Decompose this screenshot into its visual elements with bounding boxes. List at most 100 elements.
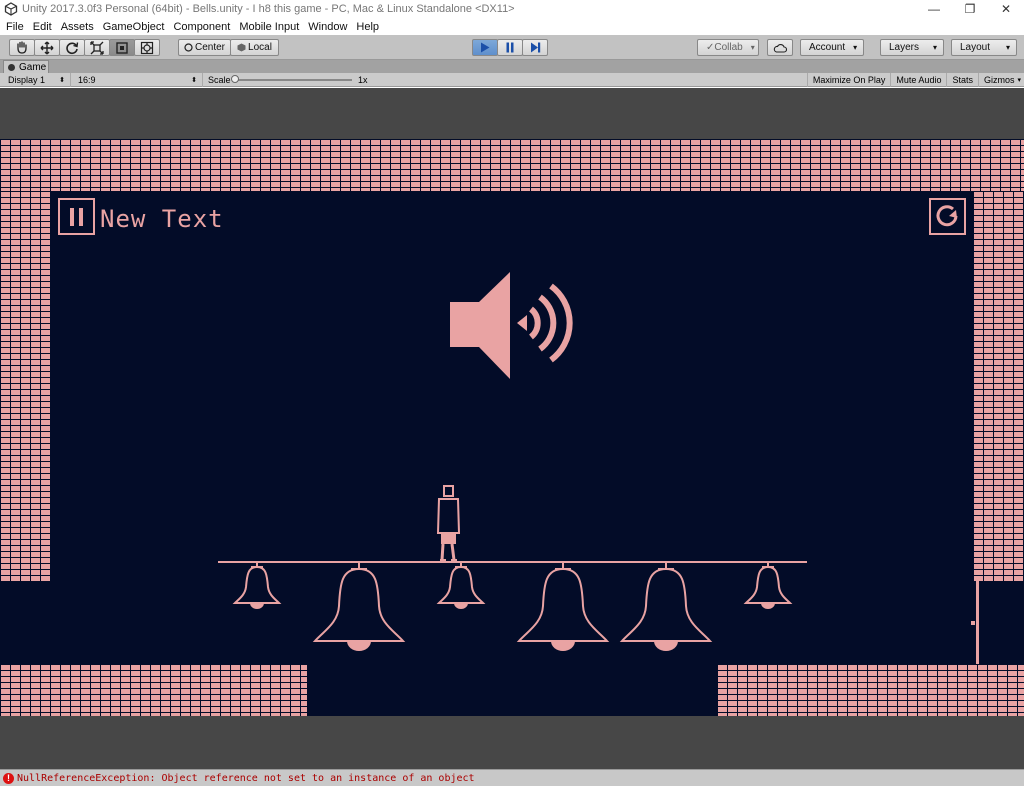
game-tab-icon	[8, 63, 15, 71]
unity-logo-icon	[4, 2, 18, 16]
brick-wall-left	[0, 191, 51, 581]
gizmos-label: Gizmos	[983, 75, 1015, 85]
maximize-button[interactable]: ❐	[952, 0, 988, 18]
layout-label: Layout	[960, 42, 991, 53]
menu-file[interactable]: File	[3, 21, 30, 33]
chevron-down-icon: ▾	[750, 43, 755, 52]
cloud-icon	[773, 43, 787, 53]
play-icon	[481, 42, 490, 53]
display-dropdown[interactable]: Display 1 ⬍	[3, 73, 71, 87]
scale-slider-track[interactable]	[234, 79, 352, 81]
pivot-local-label: Local	[248, 42, 272, 53]
transform-tools	[9, 39, 160, 56]
menu-assets[interactable]: Assets	[58, 21, 100, 33]
account-dropdown[interactable]: Account ▾	[800, 39, 864, 56]
small-bell-2	[436, 561, 486, 609]
gizmos-dropdown[interactable]: Gizmos ▾	[977, 73, 1024, 87]
chevron-down-icon: ▾	[932, 43, 937, 52]
scale-icon	[90, 40, 104, 55]
scale-value-label: 1x	[358, 75, 368, 85]
game-ui-text: New Text	[100, 205, 224, 233]
scale-value: 1x	[353, 73, 373, 87]
window-titlebar: Unity 2017.3.0f3 Personal (64bit) - Bell…	[0, 0, 1024, 18]
layout-dropdown[interactable]: Layout ▾	[951, 39, 1017, 56]
console-status-bar[interactable]: ! NullReferenceException: Object referen…	[0, 769, 1024, 786]
game-view: New Text	[0, 88, 1024, 769]
rect-tool-icon	[116, 41, 128, 54]
menu-mobile-input[interactable]: Mobile Input	[236, 21, 305, 33]
transform-tool-button[interactable]	[134, 39, 160, 56]
menu-gameobject[interactable]: GameObject	[100, 21, 171, 33]
step-button[interactable]	[522, 39, 548, 56]
pivot-center-label: Center	[194, 42, 225, 53]
maximize-on-play-toggle[interactable]: Maximize On Play	[806, 73, 891, 87]
play-button[interactable]	[472, 39, 498, 56]
move-tool-button[interactable]	[34, 39, 60, 56]
pivot-toggles: Center Local	[178, 39, 279, 56]
large-bell-1	[312, 561, 406, 651]
game-canvas[interactable]: New Text	[0, 139, 1024, 716]
scale-tool-button[interactable]	[84, 39, 110, 56]
pause-icon	[506, 42, 514, 53]
stats-toggle[interactable]: Stats	[946, 73, 978, 87]
console-error-message: NullReferenceException: Object reference…	[17, 772, 475, 784]
pause-editor-button[interactable]	[497, 39, 523, 56]
large-bell-3	[619, 561, 713, 651]
collab-check-icon: ✓	[706, 42, 715, 53]
layout-group: Layout ▾	[951, 39, 1017, 56]
scale-slider-thumb[interactable]	[231, 75, 239, 83]
error-icon: !	[3, 772, 14, 784]
rect-tool-button[interactable]	[109, 39, 135, 56]
account-label: Account	[809, 42, 846, 53]
restart-icon	[936, 205, 958, 227]
playback-controls	[472, 39, 548, 56]
center-pivot-icon	[184, 43, 193, 52]
transform-icon	[140, 41, 154, 54]
game-view-toolbar: Display 1 ⬍ 16:9 ⬍ Scale 1x Maximize On …	[0, 73, 1024, 87]
pivot-center-toggle[interactable]: Center	[178, 39, 231, 56]
door-frame	[976, 581, 979, 664]
menu-help[interactable]: Help	[353, 21, 385, 33]
scale-label: Scale	[208, 75, 231, 85]
chevron-down-icon: ▾	[853, 43, 858, 52]
collab-dropdown[interactable]: ✓ Collab ▾	[697, 39, 759, 56]
move-icon	[40, 41, 54, 54]
aspect-dropdown[interactable]: 16:9 ⬍	[73, 73, 203, 87]
chevron-down-icon: ▾	[1017, 77, 1021, 84]
pause-icon-bar	[79, 208, 83, 226]
game-restart-button[interactable]	[929, 198, 966, 235]
pause-icon	[70, 208, 74, 226]
tab-bar: Game	[0, 60, 1024, 73]
layers-dropdown[interactable]: Layers ▾	[880, 39, 944, 56]
main-toolbar: Center Local ✓ Collab ▾ Account ▾ Layers…	[0, 35, 1024, 60]
layers-label: Layers	[889, 42, 920, 53]
brick-ceiling	[0, 139, 1024, 191]
chevron-down-icon: ▾	[1005, 43, 1010, 52]
close-button[interactable]: ✕	[988, 0, 1024, 18]
pivot-local-toggle[interactable]: Local	[230, 39, 279, 56]
menu-window[interactable]: Window	[305, 21, 353, 33]
cloud-button[interactable]	[767, 39, 793, 56]
mute-audio-toggle[interactable]: Mute Audio	[890, 73, 946, 87]
brick-floor-right	[717, 664, 1024, 716]
brick-wall-right	[973, 191, 1024, 581]
game-pause-button[interactable]	[58, 198, 95, 235]
display-label: Display 1	[8, 75, 46, 85]
local-space-icon	[237, 43, 246, 52]
tab-game[interactable]: Game	[3, 60, 49, 73]
updown-icon: ⬍	[59, 77, 65, 84]
bell-beam	[218, 561, 807, 563]
cloud-group	[767, 39, 793, 56]
window-title: Unity 2017.3.0f3 Personal (64bit) - Bell…	[22, 3, 515, 15]
rotate-icon	[66, 41, 79, 54]
minimize-button[interactable]: —	[916, 0, 952, 18]
rotate-tool-button[interactable]	[59, 39, 85, 56]
hand-tool-button[interactable]	[9, 39, 35, 56]
speaker-icon	[450, 272, 573, 379]
menu-component[interactable]: Component	[170, 21, 236, 33]
menu-bar: File Edit Assets GameObject Component Mo…	[0, 18, 1024, 35]
tab-game-label: Game	[19, 61, 47, 73]
menu-edit[interactable]: Edit	[30, 21, 58, 33]
player-character	[436, 485, 461, 561]
door-knob	[971, 621, 975, 625]
